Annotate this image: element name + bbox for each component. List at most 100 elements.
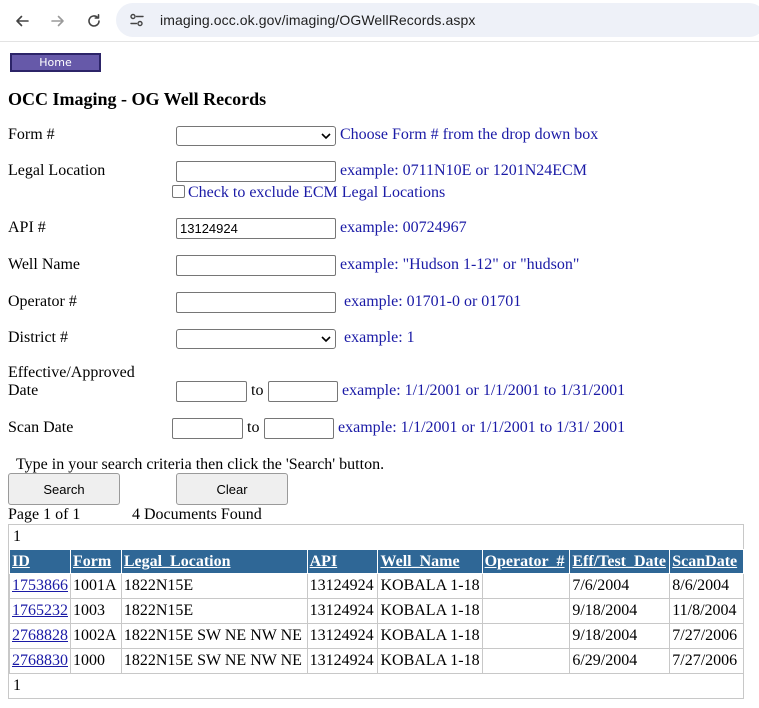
cell-well-name: KOBALA 1-18 <box>377 573 483 599</box>
well-name-hint: example: "Hudson 1-12" or "hudson" <box>340 256 580 273</box>
cell-api: 13124924 <box>306 648 379 674</box>
cell-operator <box>481 623 571 649</box>
cell-form: 1000 <box>70 648 122 674</box>
site-info-icon[interactable] <box>128 11 146 29</box>
cell-form: 1001A <box>70 573 122 599</box>
legal-location-label: Legal Location <box>8 162 106 179</box>
id-link[interactable]: 1765232 <box>12 602 68 619</box>
cell-well-name: KOBALA 1-18 <box>377 598 483 624</box>
chevron-down-icon <box>321 336 331 343</box>
cell-operator <box>481 573 571 599</box>
exclude-ecm-label[interactable]: Check to exclude ECM Legal Locations <box>188 184 445 202</box>
forward-arrow-icon <box>51 15 64 27</box>
cell-scan-date: 11/8/2004 <box>669 598 744 624</box>
cell-eff-test-date: 9/18/2004 <box>569 598 671 624</box>
well-name-label: Well Name <box>8 256 81 273</box>
cell-eff-test-date: 6/29/2004 <box>569 648 671 674</box>
form-number-select[interactable] <box>176 126 336 146</box>
browser-toolbar: imaging.occ.ok.gov/imaging/OGWellRecords… <box>0 0 759 42</box>
cell-operator <box>481 598 571 624</box>
form-number-hint: Choose Form # from the drop down box <box>340 126 599 143</box>
cell-scan-date: 7/27/2006 <box>669 648 744 674</box>
cell-form: 1002A <box>70 623 122 649</box>
id-link[interactable]: 1753866 <box>12 577 68 594</box>
column-header-eff-test-date[interactable]: Eff/Test_Date <box>569 549 671 574</box>
results-grid: 1 ID Form Legal_Location API Well_Name O… <box>8 524 744 699</box>
back-button[interactable] <box>8 7 36 35</box>
documents-found: 4 Documents Found <box>132 506 262 523</box>
back-arrow-icon <box>16 15 29 27</box>
search-instructions: Type in your search criteria then click … <box>16 456 385 473</box>
id-link[interactable]: 2768828 <box>12 627 68 644</box>
forward-button[interactable] <box>44 7 72 35</box>
cell-legal-location: 1822N15E SW NE NW NE <box>120 648 308 674</box>
page-title: OCC Imaging - OG Well Records <box>8 89 267 109</box>
cell-legal-location: 1822N15E SW NE NW NE <box>120 623 308 649</box>
cell-api: 13124924 <box>306 573 379 599</box>
scan-date-label: Scan Date <box>8 419 74 436</box>
pager-bottom[interactable]: 1 <box>13 677 21 695</box>
effective-date-from-input[interactable] <box>176 381 247 402</box>
column-header-api[interactable]: API <box>306 549 379 574</box>
cell-well-name: KOBALA 1-18 <box>377 648 483 674</box>
table-row: 1753866 1001A 1822N15E 13124924 KOBALA 1… <box>9 573 744 599</box>
clear-button[interactable]: Clear <box>176 473 288 505</box>
scan-date-from-input[interactable] <box>172 418 243 439</box>
id-link[interactable]: 2768830 <box>12 652 68 669</box>
district-select[interactable] <box>176 329 336 349</box>
district-label: District # <box>8 329 68 346</box>
home-button[interactable]: Home <box>10 53 101 72</box>
page-info: Page 1 of 1 <box>8 506 81 523</box>
scan-date-to-label: to <box>247 419 260 436</box>
effective-date-to-input[interactable] <box>268 381 338 402</box>
operator-label: Operator # <box>8 293 77 310</box>
url-text[interactable]: imaging.occ.ok.gov/imaging/OGWellRecords… <box>160 12 476 28</box>
effective-date-hint: example: 1/1/2001 or 1/1/2001 to 1/31/20… <box>342 382 626 399</box>
chevron-down-icon <box>321 133 331 140</box>
table-row: 2768830 1000 1822N15E SW NE NW NE 131249… <box>9 648 744 674</box>
effective-date-label-line1: Effective/Approved <box>8 364 135 381</box>
cell-well-name: KOBALA 1-18 <box>377 623 483 649</box>
cell-legal-location: 1822N15E <box>120 573 308 599</box>
legal-location-input[interactable] <box>176 161 336 182</box>
cell-api: 13124924 <box>306 623 379 649</box>
effective-date-to-label: to <box>251 382 264 399</box>
cell-api: 13124924 <box>306 598 379 624</box>
column-header-scan-date[interactable]: ScanDate <box>669 549 744 574</box>
column-header-form[interactable]: Form <box>70 549 122 574</box>
legal-location-hint: example: 0711N10E or 1201N24ECM <box>340 162 587 179</box>
reload-button[interactable] <box>80 7 108 35</box>
reload-icon <box>88 14 100 27</box>
search-button[interactable]: Search <box>8 473 120 505</box>
api-hint: example: 00724967 <box>340 219 467 236</box>
table-row: 1765232 1003 1822N15E 13124924 KOBALA 1-… <box>9 598 744 624</box>
api-input[interactable]: 13124924 <box>176 218 336 239</box>
cell-legal-location: 1822N15E <box>120 598 308 624</box>
district-hint: example: 1 <box>344 329 415 346</box>
table-header-row: ID Form Legal_Location API Well_Name Ope… <box>9 549 744 574</box>
scan-date-hint: example: 1/1/2001 or 1/1/2001 to 1/31/ 2… <box>338 419 626 436</box>
form-number-label: Form # <box>8 126 55 143</box>
exclude-ecm-checkbox[interactable] <box>172 185 185 198</box>
api-label: API # <box>8 219 46 236</box>
cell-id: 2768830 <box>9 648 71 674</box>
table-row: 2768828 1002A 1822N15E SW NE NW NE 13124… <box>9 623 744 649</box>
scan-date-to-input[interactable] <box>264 418 334 439</box>
operator-input[interactable] <box>176 292 336 313</box>
operator-hint: example: 01701-0 or 01701 <box>344 293 522 310</box>
cell-id: 1765232 <box>9 598 71 624</box>
cell-scan-date: 7/27/2006 <box>669 623 744 649</box>
effective-date-label-line2: Date <box>8 382 39 399</box>
column-header-well-name[interactable]: Well_Name <box>377 549 483 574</box>
results-table: ID Form Legal_Location API Well_Name Ope… <box>9 549 744 674</box>
column-header-id[interactable]: ID <box>9 549 71 574</box>
cell-eff-test-date: 9/18/2004 <box>569 623 671 649</box>
cell-id: 1753866 <box>9 573 71 599</box>
column-header-operator[interactable]: Operator_# <box>481 549 571 574</box>
pager-top[interactable]: 1 <box>13 528 21 546</box>
column-header-legal-location[interactable]: Legal_Location <box>120 549 308 574</box>
well-name-input[interactable] <box>176 255 336 276</box>
cell-eff-test-date: 7/6/2004 <box>569 573 671 599</box>
address-bar[interactable]: imaging.occ.ok.gov/imaging/OGWellRecords… <box>116 3 759 37</box>
cell-id: 2768828 <box>9 623 71 649</box>
